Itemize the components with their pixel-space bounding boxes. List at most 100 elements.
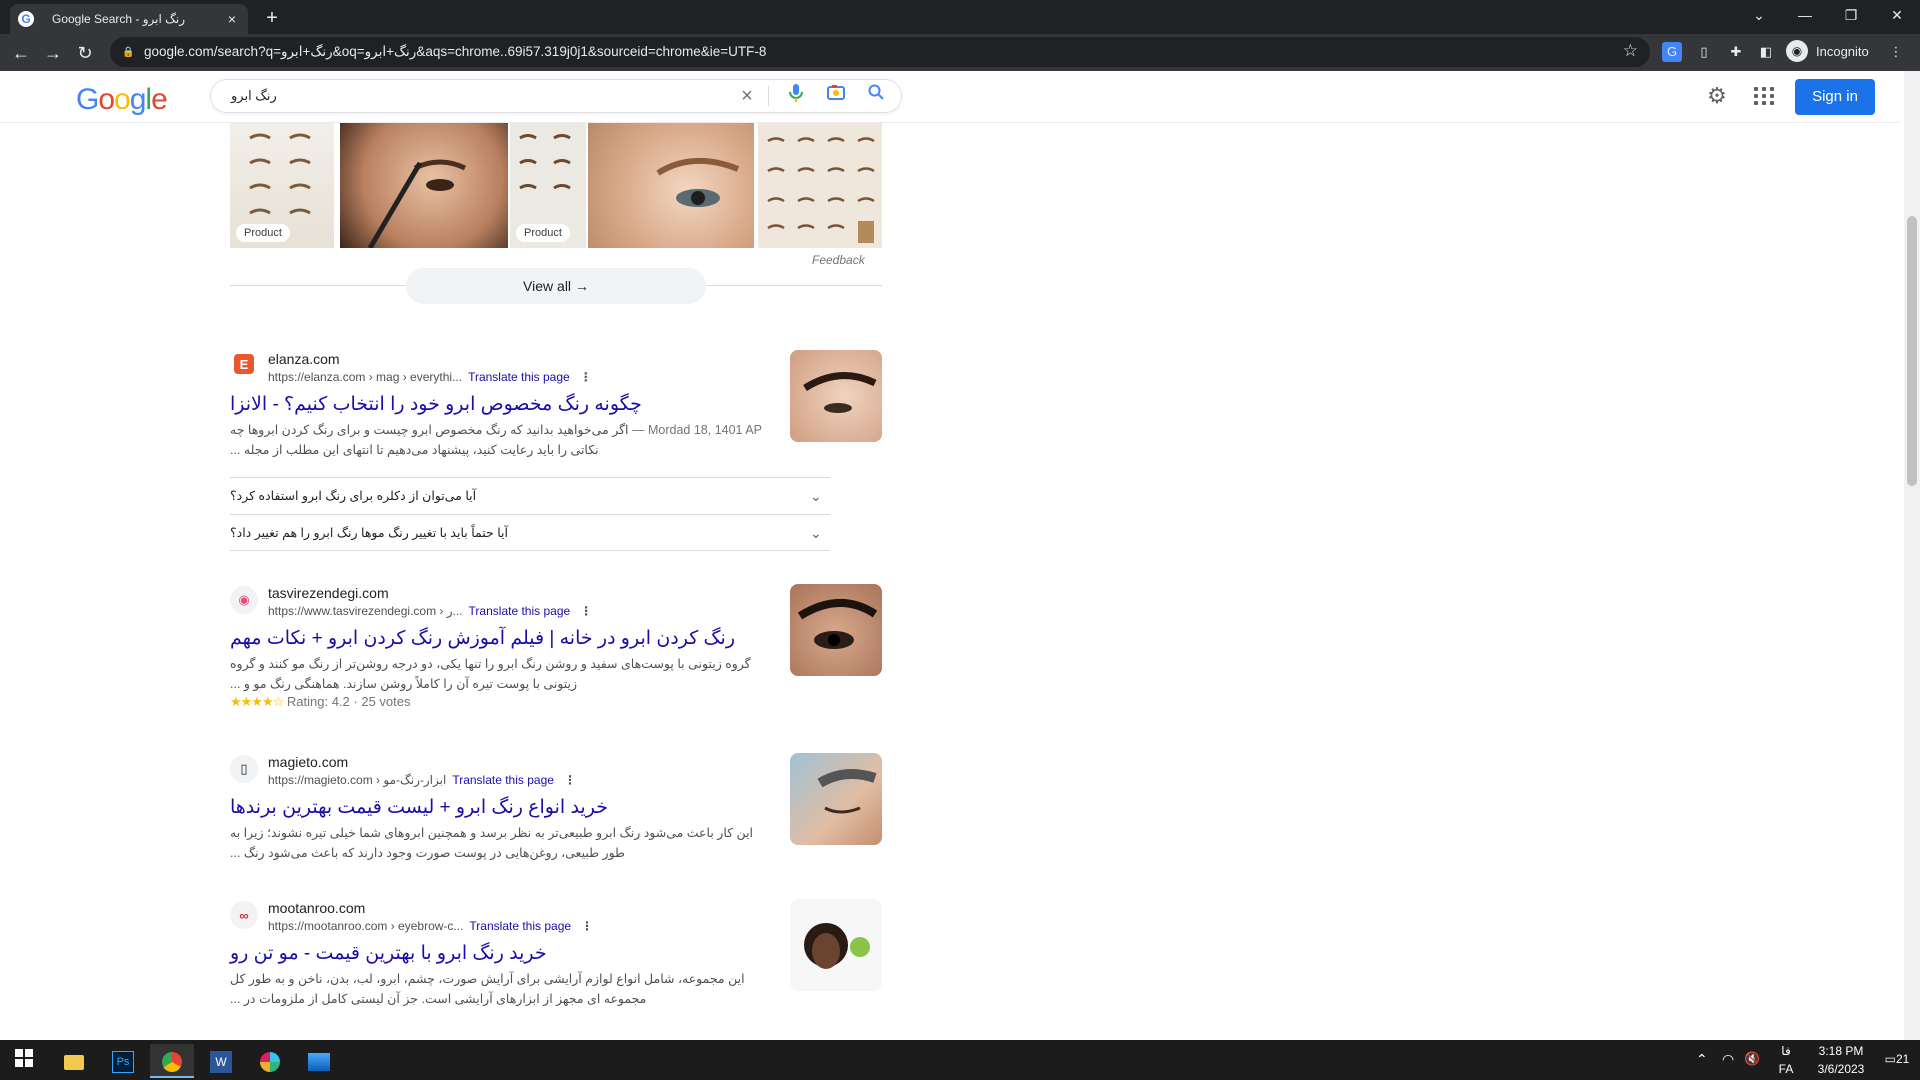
clock[interactable]: 3:18 PM 3/6/2023 xyxy=(1806,1042,1876,1078)
result-thumbnail[interactable] xyxy=(790,899,882,991)
clear-icon[interactable]: × xyxy=(734,83,760,109)
tab-title: Google Search - رنگ ابرو xyxy=(52,12,186,26)
language-code: FA xyxy=(1778,1062,1794,1076)
site-favicon-icon: ◉ xyxy=(230,586,258,614)
image-result-3[interactable]: Product xyxy=(510,123,586,248)
image-result-4[interactable] xyxy=(588,123,754,248)
result-snippet: این مجموعه، شامل انواع لوازم آرایشی برای… xyxy=(230,972,745,1006)
image-results-strip: Product Product xyxy=(230,123,882,248)
site-favicon-icon: ▯ xyxy=(230,755,258,783)
result-title[interactable]: رنگ کردن ابرو در خانه | فیلم آموزش رنگ ک… xyxy=(230,626,882,652)
product-badge: Product xyxy=(236,224,290,242)
view-all-images-button[interactable]: View all → xyxy=(406,268,706,304)
page-scrollbar[interactable] xyxy=(1904,71,1920,1040)
restore-button[interactable]: ❐ xyxy=(1828,0,1874,34)
notification-center-icon[interactable]: ▭21 xyxy=(1880,1050,1914,1068)
file-explorer-icon[interactable] xyxy=(52,1044,96,1078)
scrollbar-thumb[interactable] xyxy=(1907,216,1917,486)
result-thumbnail[interactable] xyxy=(790,350,882,442)
back-icon[interactable]: ← xyxy=(6,38,36,68)
tab-search-icon[interactable]: ⌄ xyxy=(1736,0,1782,34)
result-thumbnail[interactable] xyxy=(790,753,882,845)
search-result: ◉ tasvirezendegi.com https://www.tasvire… xyxy=(230,584,882,710)
side-panel-icon[interactable]: ◧ xyxy=(1756,42,1776,62)
translate-link[interactable]: Translate this page xyxy=(468,370,570,384)
result-site-name[interactable]: tasvirezendegi.com xyxy=(268,584,592,602)
image-result-1[interactable]: Product xyxy=(230,123,334,248)
result-rating: ★★★★☆ Rating: 4.2 · 25 votes xyxy=(230,694,882,710)
more-options-icon[interactable]: ⋮ xyxy=(564,773,576,787)
extensions-puzzle-icon[interactable]: ✚ xyxy=(1726,42,1746,62)
lock-icon: 🔒 xyxy=(122,46,135,58)
divider xyxy=(230,285,406,286)
minimize-button[interactable]: — xyxy=(1782,0,1828,34)
search-input[interactable]: رنگ ابرو xyxy=(231,88,720,104)
result-title[interactable]: خرید انواع رنگ ابرو + لیست قیمت بهترین ب… xyxy=(230,795,882,821)
google-apps-icon[interactable] xyxy=(1750,83,1776,109)
result-title[interactable]: چگونه رنگ مخصوص ابرو خود را انتخاب کنیم؟… xyxy=(230,392,882,418)
translate-link[interactable]: Translate this page xyxy=(469,919,571,933)
result-thumbnail[interactable] xyxy=(790,584,882,676)
forward-icon[interactable]: → xyxy=(38,38,68,68)
images-feedback-link[interactable]: Feedback xyxy=(812,253,865,267)
search-box[interactable]: رنگ ابرو × xyxy=(210,79,902,113)
result-title[interactable]: خرید رنگ ابرو با بهترین قیمت - مو تن رو xyxy=(230,941,882,967)
result-url[interactable]: https://www.tasvirezendegi.com › ر... xyxy=(268,604,463,618)
result-url[interactable]: https://elanza.com › mag › everythi... xyxy=(268,370,462,384)
settings-gear-icon[interactable]: ⚙ xyxy=(1704,83,1730,109)
word-icon[interactable]: W xyxy=(199,1044,243,1078)
result-site-name[interactable]: mootanroo.com xyxy=(268,899,593,917)
tab-strip: G Google Search - رنگ ابرو × + ⌄ — ❐ ✕ xyxy=(0,0,1920,34)
camera-search-icon[interactable] xyxy=(823,83,849,109)
image-result-5[interactable] xyxy=(758,123,882,248)
related-question[interactable]: آیا حتماً باید با تغییر رنگ موها رنگ ابر… xyxy=(230,514,830,551)
incognito-profile[interactable]: ◉ Incognito xyxy=(1786,40,1869,62)
incognito-label: Incognito xyxy=(1816,43,1869,59)
tray-chevron-up-icon[interactable]: ⌃ xyxy=(1696,1050,1708,1068)
site-favicon-icon: ∞ xyxy=(230,901,258,929)
volume-muted-icon[interactable]: 🔇 xyxy=(1744,1050,1760,1068)
close-window-button[interactable]: ✕ xyxy=(1874,0,1920,34)
more-options-icon[interactable]: ⋮ xyxy=(580,604,592,618)
reload-icon[interactable]: ↻ xyxy=(70,38,100,68)
windows-start-icon[interactable] xyxy=(2,1044,46,1078)
translate-link[interactable]: Translate this page xyxy=(452,773,554,787)
sign-in-button[interactable]: Sign in xyxy=(1795,79,1875,115)
slack-icon[interactable] xyxy=(248,1044,292,1078)
translate-extension-icon[interactable]: G xyxy=(1662,42,1682,62)
more-options-icon[interactable]: ⋮ xyxy=(581,919,593,933)
result-url[interactable]: https://magieto.com › ابزار-رنگ-مو xyxy=(268,773,446,787)
menu-kebab-icon[interactable]: ⋮ xyxy=(1886,42,1906,62)
chrome-taskbar-icon[interactable] xyxy=(150,1044,194,1078)
google-logo[interactable]: Google xyxy=(76,83,168,117)
wifi-icon[interactable]: ◠ xyxy=(1722,1050,1734,1068)
clock-time: 3:18 PM xyxy=(1818,1044,1864,1058)
clock-date: 3/6/2023 xyxy=(1817,1062,1865,1076)
result-snippet: Mordad 18, 1401 AP — اگر می‌خواهید بدانی… xyxy=(230,420,770,460)
more-options-icon[interactable]: ⋮ xyxy=(580,370,592,384)
divider xyxy=(706,285,882,286)
result-site-name[interactable]: elanza.com xyxy=(268,350,592,368)
translate-link[interactable]: Translate this page xyxy=(469,604,571,618)
address-bar[interactable]: 🔒 google.com/search?q=رنگ+ابرو&oq=رنگ+اب… xyxy=(110,37,1650,67)
photoshop-icon[interactable]: Ps xyxy=(101,1044,145,1078)
extension-icon[interactable]: ▯ xyxy=(1694,42,1714,62)
language-indicator[interactable]: فا FA xyxy=(1774,1042,1798,1078)
result-site-name[interactable]: magieto.com xyxy=(268,753,576,771)
related-question[interactable]: آیا می‌توان از دکلره برای رنگ ابرو استفا… xyxy=(230,477,830,514)
voice-search-icon[interactable] xyxy=(783,83,809,109)
related-question-text: آیا حتماً باید با تغییر رنگ موها رنگ ابر… xyxy=(230,526,508,540)
chevron-down-icon: ⌄ xyxy=(810,525,822,541)
bookmark-star-icon[interactable]: ☆ xyxy=(1623,41,1638,61)
arrow-right-icon: → xyxy=(574,278,589,294)
notification-count: 21 xyxy=(1895,1052,1910,1066)
result-snippet: گروه زیتونی با پوست‌های سفید و روشن رنگ … xyxy=(230,657,751,691)
image-result-2[interactable] xyxy=(340,123,508,248)
result-url[interactable]: https://mootanroo.com › eyebrow-c... xyxy=(268,919,463,933)
tab-google-search[interactable]: G Google Search - رنگ ابرو × xyxy=(10,4,248,34)
result-snippet-text: اگر می‌خواهید بدانید که رنگ مخصوص ابرو چ… xyxy=(230,423,629,457)
tab-close-icon[interactable]: × xyxy=(224,11,240,27)
search-icon[interactable] xyxy=(863,83,889,109)
new-tab-button[interactable]: + xyxy=(258,4,286,32)
photos-icon[interactable] xyxy=(297,1044,341,1078)
